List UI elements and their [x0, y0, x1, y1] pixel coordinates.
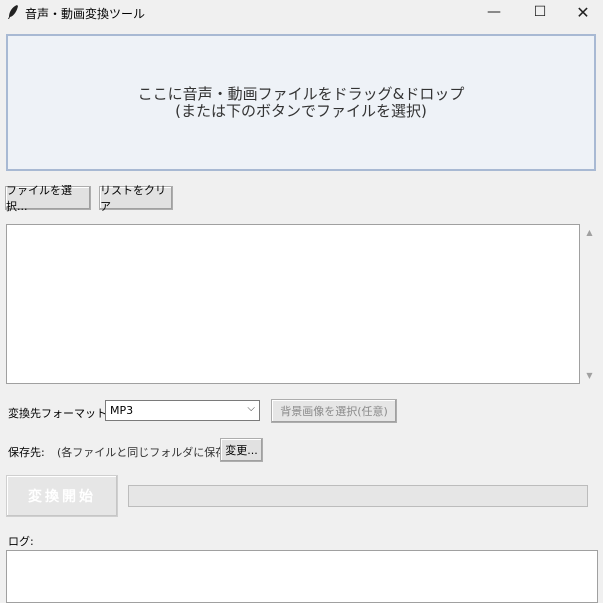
clear-list-button[interactable]: リストをクリア [99, 184, 173, 213]
save-location-path: (各ファイルと同じフォルダに保存) [57, 446, 231, 459]
minimize-button[interactable]: — [471, 0, 517, 24]
window-title: 音声・動画変換ツール [25, 7, 146, 21]
file-list-scrollbar[interactable]: ▲ ▼ [581, 224, 598, 384]
change-save-location-button[interactable]: 変更... [220, 438, 263, 462]
triangle-down-icon[interactable]: ▼ [581, 367, 598, 384]
feather-icon [8, 5, 18, 19]
maximize-button[interactable]: ☐ [517, 0, 563, 24]
file-list[interactable] [6, 224, 580, 384]
format-select-value: MP3 [110, 404, 134, 417]
triangle-up-icon[interactable]: ▲ [581, 224, 598, 241]
select-files-button[interactable]: ファイルを選択... [5, 184, 91, 213]
log-area[interactable] [6, 550, 598, 603]
start-conversion-button[interactable]: 変換開始 [6, 475, 118, 517]
format-label: 変換先フォーマット: [8, 407, 111, 420]
progress-bar [128, 485, 588, 507]
select-background-image-button[interactable]: 背景画像を選択(任意) [271, 399, 397, 423]
drop-zone-text-line2: (または下のボタンでファイルを選択) [175, 101, 427, 120]
title-bar: 音声・動画変換ツール — ☐ ✕ [0, 0, 603, 24]
drop-zone[interactable]: ここに音声・動画ファイルをドラッグ&ドロップ (または下のボタンでファイルを選択… [6, 34, 596, 171]
log-label: ログ: [8, 535, 34, 548]
format-select[interactable]: MP3 ⌵ [105, 400, 260, 421]
save-location-label: 保存先: [8, 446, 45, 459]
chevron-down-icon[interactable]: ⌵ [247, 403, 255, 414]
drop-zone-text-line1: ここに音声・動画ファイルをドラッグ&ドロップ [137, 84, 465, 103]
close-button[interactable]: ✕ [560, 0, 603, 24]
